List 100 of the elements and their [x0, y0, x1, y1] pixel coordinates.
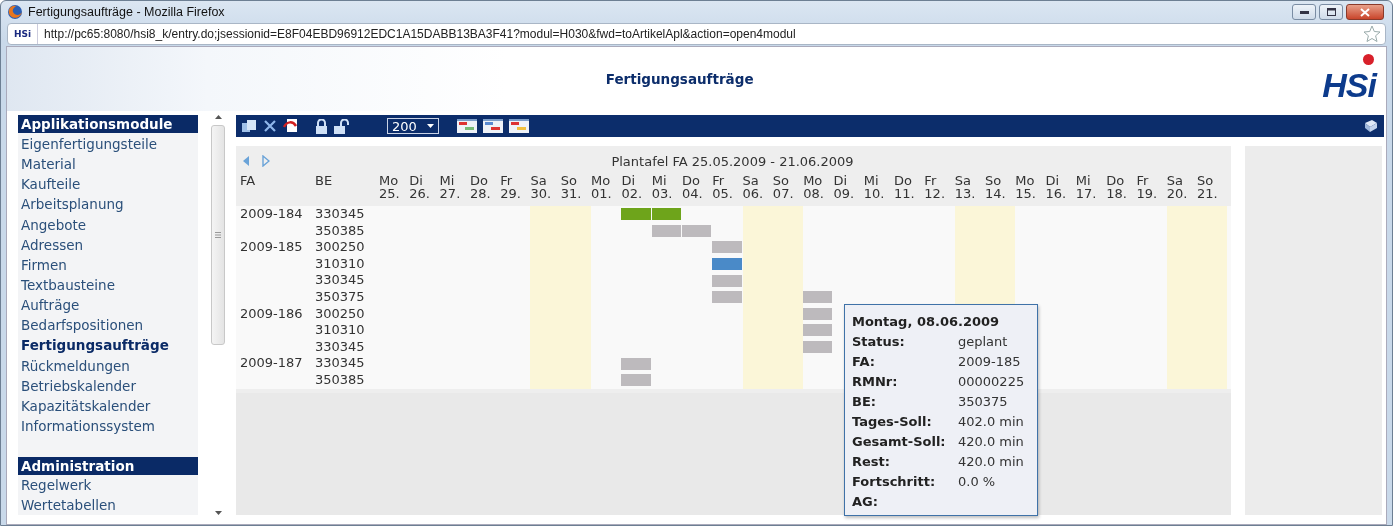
maximize-icon: [1326, 8, 1336, 16]
date-label: 04.: [681, 187, 704, 200]
table-cell-text: 350385: [315, 371, 366, 389]
field-value: 402.0 min: [958, 413, 1025, 431]
field-label: Fortschritt:: [852, 473, 937, 491]
nav-item[interactable]: Wertetabellen: [18, 494, 198, 515]
document-icon[interactable]: [283, 118, 299, 134]
nav-item[interactable]: Eigenfertigungsteile: [18, 134, 198, 155]
schedule-bar[interactable]: [803, 324, 833, 337]
schedule-bar[interactable]: [712, 274, 742, 287]
close-button[interactable]: [1346, 4, 1384, 20]
date-label: 03.: [651, 187, 674, 200]
table-cell-text: 2009-187: [240, 355, 304, 372]
weekday-label: Mi: [651, 174, 668, 187]
schedule-bar[interactable]: [651, 208, 681, 221]
table-cell-text: 330345: [315, 206, 366, 223]
nav-item[interactable]: Adressen: [18, 234, 198, 255]
scrollbar[interactable]: [211, 115, 225, 515]
schedule-bar[interactable]: [712, 258, 742, 271]
date-label: 17.: [1075, 187, 1098, 200]
schedule-bar[interactable]: [712, 241, 742, 254]
date-label: 08.: [803, 187, 825, 200]
gantt-chart-icon[interactable]: [509, 119, 529, 133]
table-cell-text: 2009-185: [240, 239, 304, 256]
nav-item[interactable]: Material: [18, 154, 198, 175]
date-label: 07.: [772, 187, 795, 200]
weekday-label: Mo: [591, 174, 612, 187]
schedule-bar[interactable]: [621, 208, 651, 221]
date-label: 27.: [439, 187, 462, 200]
schedule-bar[interactable]: [621, 357, 651, 370]
scroll-down-icon[interactable]: [214, 511, 222, 515]
minimize-icon: [1299, 10, 1309, 14]
address-bar[interactable]: HSi http://pc65:8080/hsi8_k/entry.do;jsessionid=E8F04EBD96912EDC1A15DABB13BA3F41?modul=H030&fwd=toArtikelApl&action=open4modul: [7, 23, 1386, 45]
nav-item[interactable]: Fertigungsaufträge: [18, 335, 198, 356]
nav-item[interactable]: Textbausteine: [18, 275, 198, 296]
weekday-label: So: [560, 174, 578, 187]
weekday-label: Di: [621, 174, 636, 187]
nav-item[interactable]: Informationssystem: [18, 415, 198, 437]
nav-item[interactable]: Kaufteile: [18, 174, 198, 195]
delete-icon[interactable]: [263, 119, 277, 133]
logo-text: HSi: [1322, 68, 1376, 102]
field-label: BE:: [852, 393, 877, 411]
weekday-label: Fr: [500, 174, 514, 187]
tooltip-title: Montag, 08.06.2009: [852, 313, 1001, 331]
star-icon[interactable]: [1363, 25, 1381, 43]
scroll-thumb[interactable]: [211, 125, 225, 345]
nav-item[interactable]: Betriebskalender: [18, 375, 198, 396]
board-title: Plantafel FA 25.05.2009 - 21.06.2009: [610, 153, 855, 169]
weekday-label: Fr: [924, 174, 938, 187]
date-label: 15.: [1015, 187, 1037, 200]
nav-item[interactable]: Firmen: [18, 254, 198, 275]
unlock-icon[interactable]: [334, 118, 349, 134]
schedule-bar[interactable]: [803, 291, 833, 304]
section-header: Applikationsmodule: [18, 115, 198, 133]
maximize-button[interactable]: [1319, 4, 1343, 20]
date-label: 05.: [712, 187, 734, 200]
weekday-label: So: [984, 174, 1003, 187]
close-icon: [1360, 7, 1370, 17]
date-label: 16.: [1045, 187, 1068, 200]
date-label: 25.: [379, 187, 401, 200]
weekday-label: Do: [469, 174, 489, 187]
previous-arrow-icon[interactable]: [242, 155, 250, 167]
weekday-label: So: [772, 174, 791, 187]
field-label: Tages-Soll:: [852, 413, 933, 431]
date-label: 21.: [1197, 187, 1219, 200]
schedule-bar[interactable]: [803, 341, 833, 354]
schedule-bar[interactable]: [651, 224, 681, 237]
nav-item[interactable]: Aufträge: [18, 295, 198, 316]
schedule-bar[interactable]: [621, 374, 651, 387]
page-size-select[interactable]: 200: [387, 118, 439, 134]
date-label: 19.: [1136, 187, 1159, 200]
table-cell-text: 2009-184: [240, 206, 304, 223]
table-cell-text: 330345: [315, 272, 366, 289]
table-cell-text: 300250: [315, 305, 366, 323]
date-label: 12.: [924, 187, 947, 200]
nav-item[interactable]: Regelwerk: [18, 474, 198, 495]
table-cell-text: 310310: [315, 255, 366, 273]
table-cell-text: 330345: [315, 338, 366, 356]
table-cell-text: 300250: [315, 239, 366, 256]
schedule-bar[interactable]: [803, 307, 833, 320]
nav-item[interactable]: Kapazitätskalender: [18, 395, 198, 416]
date-label: 01.: [591, 187, 613, 200]
schedule-bar[interactable]: [681, 224, 712, 237]
gantt-chart-icon[interactable]: [457, 119, 477, 133]
next-arrow-icon[interactable]: [262, 155, 270, 167]
minimize-button[interactable]: [1292, 4, 1316, 20]
lock-icon[interactable]: [315, 118, 328, 134]
scroll-up-icon[interactable]: [214, 115, 222, 119]
book-icon[interactable]: [1364, 119, 1378, 133]
nav-item[interactable]: Bedarfspositionen: [18, 315, 198, 336]
schedule-bar[interactable]: [712, 291, 742, 304]
gantt-chart-icon[interactable]: [483, 119, 503, 133]
nav-item[interactable]: Angebote: [18, 214, 198, 235]
date-label: 09.: [833, 187, 856, 200]
date-label: 02.: [621, 187, 644, 200]
weekday-label: So: [1197, 174, 1215, 187]
copy-icon[interactable]: [241, 119, 257, 133]
weekday-label: Mo: [379, 174, 400, 187]
nav-item[interactable]: Arbeitsplanung: [18, 194, 198, 215]
nav-item[interactable]: Rückmeldungen: [18, 355, 198, 376]
